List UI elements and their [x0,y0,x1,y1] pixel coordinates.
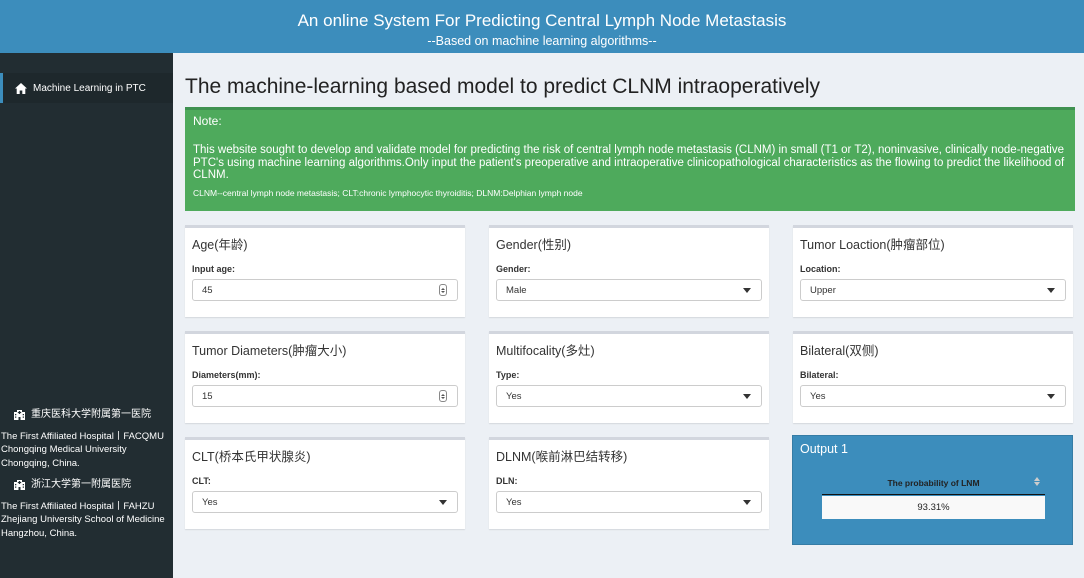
column-header-label: The probability of LNM [887,478,980,488]
main-content: The machine-learning based model to pred… [173,53,1084,578]
field-value: Yes [810,390,826,402]
field-value: Yes [506,390,522,402]
box-title: DLNM(喉前淋巴结转移) [496,450,628,464]
spinner-icon[interactable] [439,390,447,402]
field-label: Location: [800,264,841,274]
caret-down-icon [743,393,751,399]
field-label: Input age: [192,264,235,274]
bilateral-select[interactable]: Yes [800,385,1066,407]
note-box: Note: This website sought to develop and… [185,107,1075,211]
output-box: Output 1 The probability of LNM 93.31% [792,435,1073,545]
field-value: Male [506,284,527,296]
gender-box: Gender(性别) Gender: Male [489,225,769,317]
box-title: Tumor Diameters(肿瘤大小) [192,344,347,358]
dlnm-box: DLNM(喉前淋巴结转移) DLN: Yes [489,437,769,529]
box-title: Bilateral(双侧) [800,344,879,358]
sidebar: Machine Learning in PTC 重庆医科大学附属第一医院 The… [0,53,173,578]
app-subtitle: --Based on machine learning algorithms-- [427,34,657,48]
sidebar-item-label: Machine Learning in PTC [33,82,146,94]
field-label: Type: [496,370,520,380]
hospital-en-line: Chongqing Medical University [1,444,127,455]
home-icon [15,82,27,94]
diameter-box: Tumor Diameters(肿瘤大小) Diameters(mm): 15 [185,331,465,423]
hospital-en-line: The First Affiliated Hospital丨FACQMU [1,430,164,442]
field-value: 45 [202,284,213,296]
note-heading: Note: [193,114,222,128]
field-label: DLN: [496,476,518,486]
location-select[interactable]: Upper [800,279,1066,301]
caret-down-icon [743,499,751,505]
hospital-en-line: Hangzhou, China. [1,527,78,539]
page-title: The machine-learning based model to pred… [185,75,820,98]
box-title: Tumor Loaction(肿瘤部位) [800,238,945,252]
hospital-en-line: Chongqing, China. [1,457,80,469]
box-title: CLT(桥本氏甲状腺炎) [192,450,311,464]
caret-down-icon [1047,393,1055,399]
hospital-en-line: Zhejiang University School of Medicine [1,514,165,525]
hospital-icon [14,409,25,420]
field-value: Upper [810,284,836,296]
spinner-icon[interactable] [439,284,447,296]
dlnm-select[interactable]: Yes [496,491,762,513]
caret-down-icon [743,287,751,293]
location-box: Tumor Loaction(肿瘤部位) Location: Upper [793,225,1073,317]
hospital-cn-name: 重庆医科大学附属第一医院 [31,409,151,420]
field-label: CLT: [192,476,211,486]
output-value-cell: 93.31% [822,496,1045,519]
field-value: 15 [202,390,213,402]
header-divider [822,494,1045,495]
hospital-en-line: The First Affiliated Hospital丨FAHZU [1,500,155,512]
field-value: Yes [506,496,522,508]
note-body: This website sought to develop and valid… [193,144,1065,181]
diameter-input[interactable]: 15 [192,385,458,407]
hospital-block-zhejiang: 浙江大学第一附属医院 The First Affiliated Hospital… [0,478,165,540]
gender-select[interactable]: Male [496,279,762,301]
clt-box: CLT(桥本氏甲状腺炎) CLT: Yes [185,437,465,529]
app-header: An online System For Predicting Central … [0,0,1084,53]
box-title: Gender(性别) [496,238,572,252]
box-title: Age(年龄) [192,238,248,252]
output-title: Output 1 [800,442,848,456]
multifocality-box: Multifocality(多灶) Type: Yes [489,331,769,423]
output-column-header[interactable]: The probability of LNM [822,477,1045,488]
field-label: Diameters(mm): [192,370,261,380]
multifocality-select[interactable]: Yes [496,385,762,407]
caret-down-icon [439,499,447,505]
hospital-block-chongqing: 重庆医科大学附属第一医院 The First Affiliated Hospit… [0,408,164,470]
note-abbreviations: CLNM--central lymph node metastasis; CLT… [193,187,583,198]
hospital-cn-name: 浙江大学第一附属医院 [31,479,131,490]
hospital-icon [14,479,25,490]
caret-down-icon [1047,287,1055,293]
clt-select[interactable]: Yes [192,491,458,513]
age-box: Age(年龄) Input age: 45 [185,225,465,317]
field-value: Yes [202,496,218,508]
sort-icon[interactable] [1034,477,1040,486]
field-label: Bilateral: [800,370,839,380]
field-label: Gender: [496,264,531,274]
box-title: Multifocality(多灶) [496,344,595,358]
app-title: An online System For Predicting Central … [297,11,787,30]
age-input[interactable]: 45 [192,279,458,301]
sidebar-item-machine-learning[interactable]: Machine Learning in PTC [0,73,173,103]
bilateral-box: Bilateral(双侧) Bilateral: Yes [793,331,1073,423]
